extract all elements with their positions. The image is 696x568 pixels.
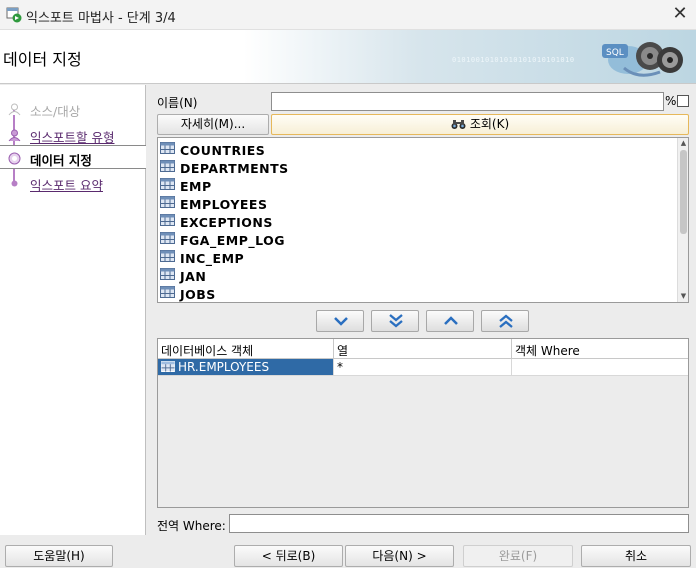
- step-export-summary[interactable]: 익스포트 요약: [0, 171, 146, 195]
- binoculars-icon: [451, 120, 466, 129]
- move-all-down-button[interactable]: [371, 310, 419, 332]
- page-title: 데이터 지정: [3, 50, 82, 69]
- app-icon: [6, 7, 22, 23]
- step-label: 소스/대상: [30, 104, 81, 119]
- more-button-label: 자세히(M)...: [180, 117, 246, 131]
- wizard-steps-panel: 소스/대상 익스포트할 유형 데이터 지정 익스포트 요약: [0, 85, 146, 535]
- step-label: 데이터 지정: [30, 153, 92, 168]
- back-button[interactable]: < 뒤로(B): [234, 545, 343, 567]
- close-icon[interactable]: ✕: [670, 4, 690, 24]
- double-chevron-down-icon: [389, 314, 403, 328]
- window-title: 익스포트 마법사 - 단계 3/4: [26, 11, 176, 26]
- find-button[interactable]: 조회(K): [271, 114, 689, 135]
- table-row-where-cell[interactable]: [512, 359, 688, 376]
- list-item[interactable]: EMP: [160, 176, 670, 194]
- cancel-button-label: 취소: [624, 549, 648, 563]
- name-filter-input[interactable]: [271, 92, 664, 111]
- cancel-button[interactable]: 취소: [581, 545, 691, 567]
- double-chevron-up-icon: [499, 314, 513, 328]
- list-item-label: JOBS: [180, 287, 216, 302]
- header-banner: 데이터 지정 01010010101010101010101010 SQL: [0, 30, 696, 84]
- list-item[interactable]: EXCEPTIONS: [160, 212, 670, 230]
- list-item[interactable]: JOBS: [160, 284, 670, 302]
- table-row-columns-cell[interactable]: *: [334, 359, 512, 376]
- list-item-label: EMPLOYEES: [180, 197, 268, 212]
- next-button[interactable]: 다음(N) >: [345, 545, 454, 567]
- table-icon: [160, 160, 175, 172]
- table-icon: [160, 232, 175, 244]
- scroll-down-arrow-icon[interactable]: ▼: [678, 291, 688, 302]
- list-item[interactable]: INC_EMP: [160, 248, 670, 266]
- table-icon: [160, 250, 175, 262]
- move-all-up-button[interactable]: [481, 310, 529, 332]
- table-row-object-cell[interactable]: HR.EMPLOYEES: [158, 359, 334, 376]
- window-title-bar: 익스포트 마법사 - 단계 3/4 ✕: [0, 0, 696, 30]
- svg-text:SQL: SQL: [606, 48, 624, 58]
- table-icon: [160, 196, 175, 208]
- sql-export-logo-icon: SQL: [602, 42, 683, 77]
- name-label: 이름(N): [157, 96, 198, 110]
- list-item[interactable]: DEPARTMENTS: [160, 158, 670, 176]
- move-down-button[interactable]: [316, 310, 364, 332]
- percent-suffix: %: [665, 94, 677, 108]
- finish-button-label: 완료(F): [498, 549, 538, 563]
- scroll-up-arrow-icon[interactable]: ▲: [678, 138, 688, 149]
- step-label[interactable]: 익스포트할 유형: [30, 127, 114, 146]
- list-item[interactable]: FGA_EMP_LOG: [160, 230, 670, 248]
- table-icon: [160, 286, 175, 298]
- table-icon: [160, 268, 175, 280]
- list-item-label: JAN: [180, 269, 207, 284]
- column-header-object[interactable]: 데이터베이스 객체: [158, 339, 334, 359]
- find-button-label: 조회(K): [469, 117, 510, 131]
- chevron-down-icon: [334, 317, 348, 326]
- table-icon: [160, 214, 175, 226]
- step-dot-icon: [11, 180, 18, 187]
- global-where-input[interactable]: [229, 514, 689, 533]
- step-specify-data: 데이터 지정: [0, 145, 146, 169]
- back-button-label: < 뒤로(B): [261, 549, 316, 563]
- list-item-label: DEPARTMENTS: [180, 161, 289, 176]
- auto-percent-checkbox[interactable]: [677, 95, 689, 107]
- step-person-icon: [8, 129, 21, 142]
- global-where-label: 전역 Where:: [157, 519, 226, 533]
- column-header-where[interactable]: 객체 Where: [512, 339, 688, 359]
- list-item[interactable]: JAN: [160, 266, 670, 284]
- scrollbar-thumb[interactable]: [680, 150, 687, 234]
- more-button[interactable]: 자세히(M)...: [157, 114, 269, 135]
- help-button-label: 도움말(H): [33, 549, 85, 563]
- chevron-up-icon: [444, 316, 458, 325]
- list-item[interactable]: COUNTRIES: [160, 140, 670, 158]
- next-button-label: 다음(N) >: [372, 549, 427, 563]
- step-person-icon: [8, 103, 21, 116]
- step-label[interactable]: 익스포트 요약: [30, 175, 103, 194]
- table-icon: [160, 142, 175, 154]
- list-item-label: COUNTRIES: [180, 143, 266, 158]
- column-header-columns[interactable]: 열: [334, 339, 512, 359]
- move-up-button[interactable]: [426, 310, 474, 332]
- list-scrollbar[interactable]: ▲ ▼: [677, 138, 688, 302]
- table-icon: [161, 361, 175, 372]
- selected-objects-table[interactable]: 데이터베이스 객체 열 객체 Where HR.EMPLOYEES *: [157, 338, 689, 508]
- list-item[interactable]: EMPLOYEES: [160, 194, 670, 212]
- help-button[interactable]: 도움말(H): [5, 545, 113, 567]
- list-item-label: EMP: [180, 179, 212, 194]
- table-icon: [160, 178, 175, 190]
- available-objects-list[interactable]: COUNTRIES DEPARTMENTS EMP EMPLOYEES EXCE…: [157, 137, 689, 303]
- step-current-icon: [8, 152, 21, 165]
- step-source-target: 소스/대상: [0, 97, 146, 121]
- row-object-label: HR.EMPLOYEES: [178, 360, 270, 374]
- finish-button[interactable]: 완료(F): [463, 545, 573, 567]
- list-item-label: FGA_EMP_LOG: [180, 233, 286, 248]
- banner-binary-decoration: 01010010101010101010101010: [452, 56, 575, 64]
- list-item-label: INC_EMP: [180, 251, 245, 266]
- step-export-type[interactable]: 익스포트할 유형: [0, 123, 146, 147]
- list-item-label: EXCEPTIONS: [180, 215, 273, 230]
